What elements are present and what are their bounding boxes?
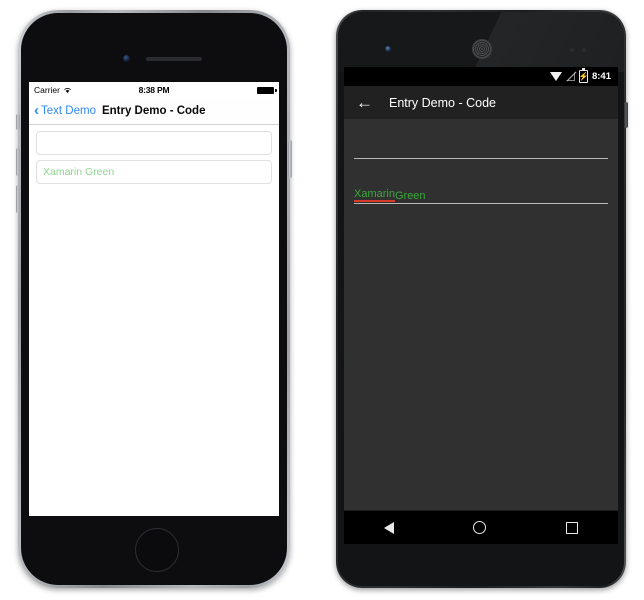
battery-full-icon (257, 86, 277, 94)
power-button[interactable] (624, 102, 628, 128)
entry-green-placeholder: Xamarin Green (43, 166, 115, 178)
iphone-device: Carrier 8:38 PM ‹ Text Demo Entry Demo -… (16, 10, 292, 588)
back-arrow-icon[interactable]: ← (356, 94, 373, 111)
entry-empty[interactable] (354, 134, 608, 159)
bolt-glyph: ⚡ (578, 71, 589, 81)
android-app-bar: ← Entry Demo - Code (344, 86, 618, 119)
android-status-bar: ⚡ 8:41 (344, 67, 618, 86)
volume-down-button[interactable] (16, 185, 20, 213)
entry-green-value-misspelled: Xamarin (354, 188, 395, 202)
ios-status-bar: Carrier 8:38 PM (29, 82, 279, 98)
back-button-label: Text Demo (41, 105, 96, 117)
screenshot-stage: Carrier 8:38 PM ‹ Text Demo Entry Demo -… (0, 0, 644, 600)
entry-empty[interactable] (36, 131, 272, 155)
page-title: Entry Demo - Code (101, 105, 206, 117)
home-button[interactable] (135, 528, 179, 572)
chevron-left-icon: ‹ (34, 102, 39, 119)
iphone-screen: Carrier 8:38 PM ‹ Text Demo Entry Demo -… (29, 82, 279, 516)
ios-time: 8:38 PM (138, 85, 170, 95)
entry-green-value-rest: Green (394, 190, 426, 202)
android-nav-bar (344, 510, 618, 544)
light-sensor-icon (582, 48, 586, 52)
ios-status-right (257, 86, 277, 94)
ios-nav-bar: ‹ Text Demo Entry Demo - Code (29, 98, 279, 125)
proximity-sensor-icon (570, 48, 574, 52)
entry-green[interactable]: Xamarin Green (36, 160, 272, 184)
nav-home-icon[interactable] (473, 521, 487, 534)
power-button[interactable] (288, 140, 292, 178)
android-screen: ⚡ 8:41 ← Entry Demo - Code Xamarin Green (344, 67, 618, 544)
front-camera-icon (123, 55, 130, 62)
android-device: ⚡ 8:41 ← Entry Demo - Code Xamarin Green (336, 10, 628, 588)
signal-no-sim-icon (566, 72, 575, 81)
earpiece-speaker-icon (146, 57, 202, 61)
wifi-icon (549, 72, 562, 81)
earpiece-speaker-icon (472, 39, 492, 59)
volume-up-button[interactable] (16, 148, 20, 176)
android-content: Xamarin Green (344, 119, 618, 544)
page-title: Entry Demo - Code (389, 95, 496, 110)
silent-switch[interactable] (16, 114, 20, 130)
battery-charging-icon: ⚡ (578, 68, 589, 83)
ios-content: Xamarin Green (29, 125, 279, 516)
nav-back-icon[interactable] (383, 521, 394, 534)
back-button[interactable]: ‹ Text Demo (34, 102, 96, 119)
nav-recents-icon[interactable] (566, 521, 579, 534)
front-camera-icon (385, 46, 391, 52)
entry-green[interactable]: Xamarin Green (354, 179, 608, 204)
android-time: 8:41 (591, 71, 611, 82)
